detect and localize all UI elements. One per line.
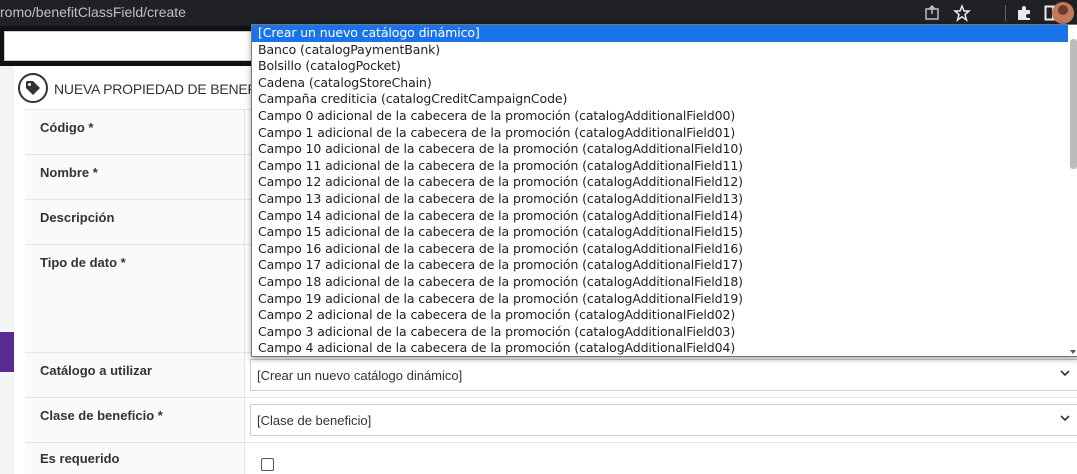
share-icon[interactable] <box>923 4 941 22</box>
address-bar-url[interactable]: romo/benefitClassField/create <box>0 4 186 20</box>
dropdown-option[interactable]: Campo 4 adicional de la cabecera de la p… <box>252 340 1077 356</box>
browser-toolbar: romo/benefitClassField/create <box>0 0 1077 26</box>
dropdown-option[interactable]: Campaña crediticia (catalogCreditCampaig… <box>252 91 1077 108</box>
dropdown-option[interactable]: Campo 12 adicional de la cabecera de la … <box>252 174 1077 191</box>
benefit-class-select-value: [Clase de beneficio] <box>257 413 372 428</box>
extensions-icon[interactable] <box>1015 4 1033 22</box>
dropdown-option[interactable]: [Crear un nuevo catálogo dinámico] <box>252 25 1077 42</box>
catalog-select[interactable]: [Crear un nuevo catálogo dinámico] <box>250 359 1077 391</box>
left-sidebar <box>0 66 14 474</box>
name-label: Nombre * <box>40 165 98 180</box>
dropdown-option[interactable]: Campo 16 adicional de la cabecera de la … <box>252 241 1077 258</box>
catalog-select-value: [Crear un nuevo catálogo dinámico] <box>257 368 463 383</box>
data-type-label: Tipo de dato * <box>40 255 126 270</box>
dropdown-option[interactable]: Campo 15 adicional de la cabecera de la … <box>252 224 1077 241</box>
benefit-class-select[interactable]: [Clase de beneficio] <box>250 404 1077 436</box>
required-checkbox[interactable] <box>261 458 274 471</box>
dropdown-option[interactable]: Cadena (catalogStoreChain) <box>252 75 1077 92</box>
scrollbar-thumb[interactable] <box>1070 39 1077 169</box>
toolbar-divider <box>1005 5 1006 21</box>
dropdown-option[interactable]: Banco (catalogPaymentBank) <box>252 42 1077 59</box>
dropdown-option[interactable]: Campo 18 adicional de la cabecera de la … <box>252 274 1077 291</box>
page-title: NUEVA PROPIEDAD DE BENEF <box>54 81 256 97</box>
dropdown-option[interactable]: Campo 3 adicional de la cabecera de la p… <box>252 324 1077 341</box>
code-label: Código * <box>40 120 94 135</box>
dropdown-option[interactable]: Campo 11 adicional de la cabecera de la … <box>252 158 1077 175</box>
dropdown-option[interactable]: Campo 13 adicional de la cabecera de la … <box>252 191 1077 208</box>
star-icon[interactable] <box>953 4 971 22</box>
tag-icon <box>18 73 48 103</box>
form-row-required: Es requerido <box>25 442 1077 474</box>
chevron-down-icon <box>1060 415 1070 422</box>
dropdown-option[interactable]: Campo 14 adicional de la cabecera de la … <box>252 208 1077 225</box>
dropdown-option[interactable]: Campo 19 adicional de la cabecera de la … <box>252 291 1077 308</box>
browser-toolbar-icons <box>917 0 1077 26</box>
dropdown-scrollbar[interactable] <box>1068 25 1077 356</box>
profile-avatar[interactable] <box>1052 2 1074 24</box>
benefit-class-label: Clase de beneficio * <box>40 408 163 423</box>
sidebar-active-item[interactable] <box>0 332 14 372</box>
dropdown-option[interactable]: Campo 0 adicional de la cabecera de la p… <box>252 108 1077 125</box>
scroll-down-arrow-icon[interactable] <box>1069 348 1077 356</box>
description-label: Descripción <box>40 210 115 225</box>
required-label: Es requerido <box>40 451 120 466</box>
dropdown-option[interactable]: Campo 2 adicional de la cabecera de la p… <box>252 307 1077 324</box>
dropdown-option[interactable]: Campo 10 adicional de la cabecera de la … <box>252 141 1077 158</box>
dropdown-option[interactable]: Campo 17 adicional de la cabecera de la … <box>252 257 1077 274</box>
dropdown-options: [Crear un nuevo catálogo dinámico] Banco … <box>252 25 1077 356</box>
catalog-label: Catálogo a utilizar <box>40 363 152 378</box>
dropdown-option[interactable]: Bolsillo (catalogPocket) <box>252 58 1077 75</box>
chevron-down-icon <box>1060 370 1070 377</box>
catalog-dropdown-list[interactable]: [Crear un nuevo catálogo dinámico] Banco … <box>251 24 1077 357</box>
dropdown-option[interactable]: Campo 1 adicional de la cabecera de la p… <box>252 125 1077 142</box>
